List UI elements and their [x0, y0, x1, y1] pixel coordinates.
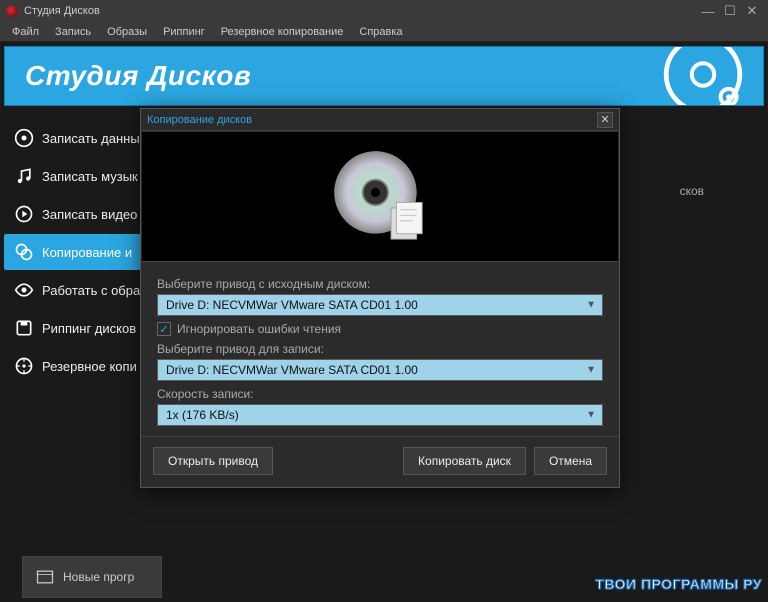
sidebar-item-ripping[interactable]: Риппинг дисков [4, 310, 162, 346]
sidebar-item-label: Работать с обра [42, 283, 140, 298]
new-programs-button[interactable]: Новые прогр [22, 556, 162, 598]
dialog-footer: Открыть привод Копировать диск Отмена [141, 436, 619, 487]
dest-drive-label: Выберите привод для записи: [157, 342, 603, 356]
disc-icon [663, 46, 743, 106]
app-icon [6, 5, 18, 17]
sidebar-item-label: Записать данны [42, 131, 140, 146]
copy-disc-dialog: Копирование дисков ✕ Выберите при [140, 108, 620, 488]
hdd-icon [14, 356, 34, 376]
banner-title: Студия Дисков [25, 60, 251, 92]
dest-drive-value: Drive D: NECVMWar VMware SATA CD01 1.00 [166, 363, 418, 377]
sidebar-item-label: Копирование и [42, 245, 132, 260]
close-button[interactable]: ✕ [742, 3, 762, 19]
window-title: Студия Дисков [24, 5, 698, 17]
copy-disc-icon [14, 242, 34, 262]
save-icon [14, 318, 34, 338]
menu-help[interactable]: Справка [351, 24, 410, 40]
menu-file[interactable]: Файл [4, 24, 47, 40]
sidebar-item-copy[interactable]: Копирование и [4, 234, 162, 270]
dialog-body: Выберите привод с исходным диском: Drive… [141, 263, 619, 436]
ignore-errors-checkbox[interactable]: ✓ Игнорировать ошибки чтения [157, 322, 603, 336]
truncated-label: сков [680, 184, 704, 198]
sidebar: Записать данны Записать музык Записать в… [4, 120, 162, 598]
sidebar-item-video[interactable]: Записать видео [4, 196, 162, 232]
checkbox-icon: ✓ [157, 322, 171, 336]
menu-backup[interactable]: Резервное копирование [213, 24, 352, 40]
copy-disc-button[interactable]: Копировать диск [403, 447, 526, 475]
titlebar: Студия Дисков — ☐ ✕ [0, 0, 768, 22]
grid-icon [35, 567, 55, 587]
maximize-button[interactable]: ☐ [720, 3, 740, 19]
footer-button-label: Новые прогр [63, 570, 134, 584]
disc-data-icon [14, 128, 34, 148]
video-icon [14, 204, 34, 224]
minimize-button[interactable]: — [698, 3, 718, 19]
sidebar-item-music[interactable]: Записать музык [4, 158, 162, 194]
sidebar-item-label: Записать музык [42, 169, 138, 184]
speed-value: 1x (176 KB/s) [166, 408, 239, 422]
dialog-close-button[interactable]: ✕ [597, 112, 613, 128]
menu-images[interactable]: Образы [99, 24, 155, 40]
open-drive-button[interactable]: Открыть привод [153, 447, 273, 475]
menubar: Файл Запись Образы Риппинг Резервное коп… [0, 22, 768, 42]
menu-ripping[interactable]: Риппинг [155, 24, 213, 40]
sidebar-item-image[interactable]: Работать с обра [4, 272, 162, 308]
banner: Студия Дисков [4, 46, 764, 106]
watermark: ТВОИ ПРОГРАММЫ РУ [595, 576, 762, 592]
menu-burn[interactable]: Запись [47, 24, 99, 40]
sidebar-item-label: Резервное копи [42, 359, 137, 374]
speed-label: Скорость записи: [157, 387, 603, 401]
dialog-title-text: Копирование дисков [147, 114, 252, 126]
chevron-down-icon: ▼ [586, 365, 596, 376]
sidebar-item-label: Риппинг дисков [42, 321, 136, 336]
eye-icon [14, 280, 34, 300]
ignore-errors-label: Игнорировать ошибки чтения [177, 322, 341, 336]
source-drive-value: Drive D: NECVMWar VMware SATA CD01 1.00 [166, 298, 418, 312]
chevron-down-icon: ▼ [586, 410, 596, 421]
speed-select[interactable]: 1x (176 KB/s) ▼ [157, 404, 603, 426]
dialog-hero-image [142, 132, 618, 262]
chevron-down-icon: ▼ [586, 300, 596, 311]
sidebar-item-label: Записать видео [42, 207, 137, 222]
music-icon [14, 166, 34, 186]
dialog-titlebar: Копирование дисков ✕ [141, 109, 619, 131]
source-drive-select[interactable]: Drive D: NECVMWar VMware SATA CD01 1.00 … [157, 294, 603, 316]
sidebar-item-backup[interactable]: Резервное копи [4, 348, 162, 384]
dest-drive-select[interactable]: Drive D: NECVMWar VMware SATA CD01 1.00 … [157, 359, 603, 381]
cancel-button[interactable]: Отмена [534, 447, 607, 475]
source-drive-label: Выберите привод с исходным диском: [157, 277, 603, 291]
sidebar-item-data[interactable]: Записать данны [4, 120, 162, 156]
